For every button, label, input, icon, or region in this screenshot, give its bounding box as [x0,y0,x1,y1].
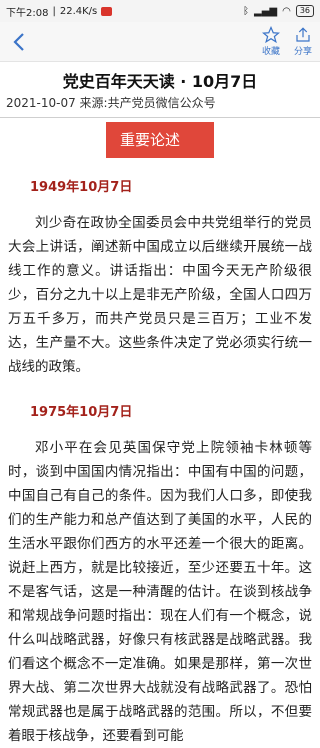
app-bar: 收藏 分享 [0,22,320,62]
back-button[interactable] [8,27,30,57]
favorite-label: 收藏 [261,47,280,57]
share-label: 分享 [293,47,312,57]
signal-icon: ▂▄▆ [254,5,278,17]
star-icon [261,26,280,44]
status-bar: 下午2:08 | 22.4K/s ᛒ ▂▄▆ ◠ 36 [0,0,320,22]
section-banner: 重要论述 [106,122,214,158]
status-time: 下午2:08 [6,7,49,19]
battery-indicator: 36 [295,5,314,17]
article-body: 1949年10月7日 刘少奇在政协全国委员会中共党组举行的党员大会上讲话，阐述新… [0,176,320,748]
article-meta: 2021-10-07 来源:共产党员微信公众号 [6,96,216,110]
network-speed: 22.4K/s [59,5,98,17]
entry-paragraph: 邓小平在会见英国保守党上院领袖卡林顿等时，谈到中国国内情况指出：中国有中国的问题… [8,440,312,744]
share-button[interactable]: 分享 [294,26,312,57]
share-icon [296,27,310,42]
notification-icon [101,6,113,16]
wifi-icon: ◠ [282,5,291,17]
favorite-button[interactable]: 收藏 [261,26,280,57]
chevron-left-icon [13,32,24,51]
entry-date: 1975年10月7日 [30,405,133,420]
entry-date: 1949年10月7日 [30,180,133,195]
entry-paragraph: 刘少奇在政协全国委员会中共党组举行的党员大会上讲话，阐述新中国成立以后继续开展统… [8,215,312,375]
divider [0,117,320,118]
article-title: 党史百年天天读 · 10月7日 [62,72,258,91]
bluetooth-icon: ᛒ [243,5,249,17]
